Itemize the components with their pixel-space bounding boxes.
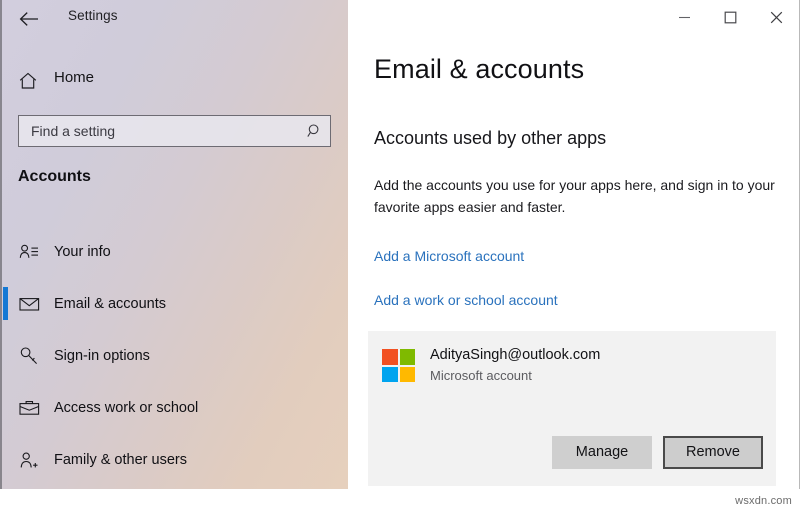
watermark: wsxdn.com [735, 495, 792, 507]
titlebar-left: Settings [0, 0, 348, 36]
sidebar-nav-list: Your info Email & accounts Sign-in optio… [0, 226, 348, 489]
sidebar-item-home-label: Home [54, 69, 95, 86]
envelope-icon [18, 293, 40, 315]
briefcase-icon [18, 397, 40, 419]
selection-indicator [3, 287, 8, 320]
sidebar-item-access-work-or-school[interactable]: Access work or school [0, 382, 348, 434]
app-title: Settings [68, 8, 118, 23]
account-type: Microsoft account [430, 368, 532, 383]
sidebar-item-your-info[interactable]: Your info [0, 226, 348, 278]
account-email: AdityaSingh@outlook.com [430, 347, 601, 363]
back-arrow-icon[interactable] [12, 6, 46, 32]
window-frame-bottom [0, 489, 800, 512]
sidebar-item-label: Family & other users [54, 452, 187, 468]
user-add-icon [18, 449, 40, 471]
sidebar-item-label: Access work or school [54, 400, 199, 416]
sidebar-item-email-accounts[interactable]: Email & accounts [0, 278, 348, 330]
maximize-icon[interactable] [707, 0, 753, 34]
search-input[interactable] [19, 123, 300, 139]
window-controls [348, 0, 799, 34]
sidebar-item-family-other-users[interactable]: Family & other users [0, 434, 348, 486]
page-title: Email & accounts [374, 54, 585, 84]
sidebar-item-label: Sign-in options [54, 348, 150, 364]
microsoft-logo-icon [382, 349, 415, 382]
sidebar-section-header: Accounts [18, 168, 91, 185]
search-icon[interactable] [300, 116, 330, 146]
search-box[interactable] [18, 115, 331, 147]
close-icon[interactable] [753, 0, 799, 34]
account-card-buttons: Manage Remove [552, 436, 763, 469]
home-icon [18, 71, 38, 91]
key-icon [18, 345, 40, 367]
remove-button[interactable]: Remove [663, 436, 763, 469]
sidebar-item-sign-in-options[interactable]: Sign-in options [0, 330, 348, 382]
add-microsoft-account-link[interactable]: Add a Microsoft account [374, 248, 524, 264]
minimize-icon[interactable] [661, 0, 707, 34]
add-work-school-account-link[interactable]: Add a work or school account [374, 292, 558, 308]
main-content: Email & accounts Accounts used by other … [348, 0, 799, 489]
account-row: AdityaSingh@outlook.com Microsoft accoun… [382, 346, 600, 385]
description-text: Add the accounts you use for your apps h… [374, 177, 775, 215]
account-text: AdityaSingh@outlook.com Microsoft accoun… [430, 346, 600, 385]
manage-button[interactable]: Manage [552, 436, 652, 469]
account-card: AdityaSingh@outlook.com Microsoft accoun… [368, 331, 776, 486]
sidebar-item-home[interactable]: Home [0, 64, 348, 98]
sidebar: Settings Home Accounts [0, 0, 348, 489]
sidebar-item-label: Email & accounts [54, 296, 167, 312]
settings-window: Settings Home Accounts [0, 0, 800, 512]
subsection-title: Accounts used by other apps [374, 128, 607, 148]
sidebar-item-label: Your info [54, 244, 111, 260]
user-info-icon [18, 241, 40, 263]
